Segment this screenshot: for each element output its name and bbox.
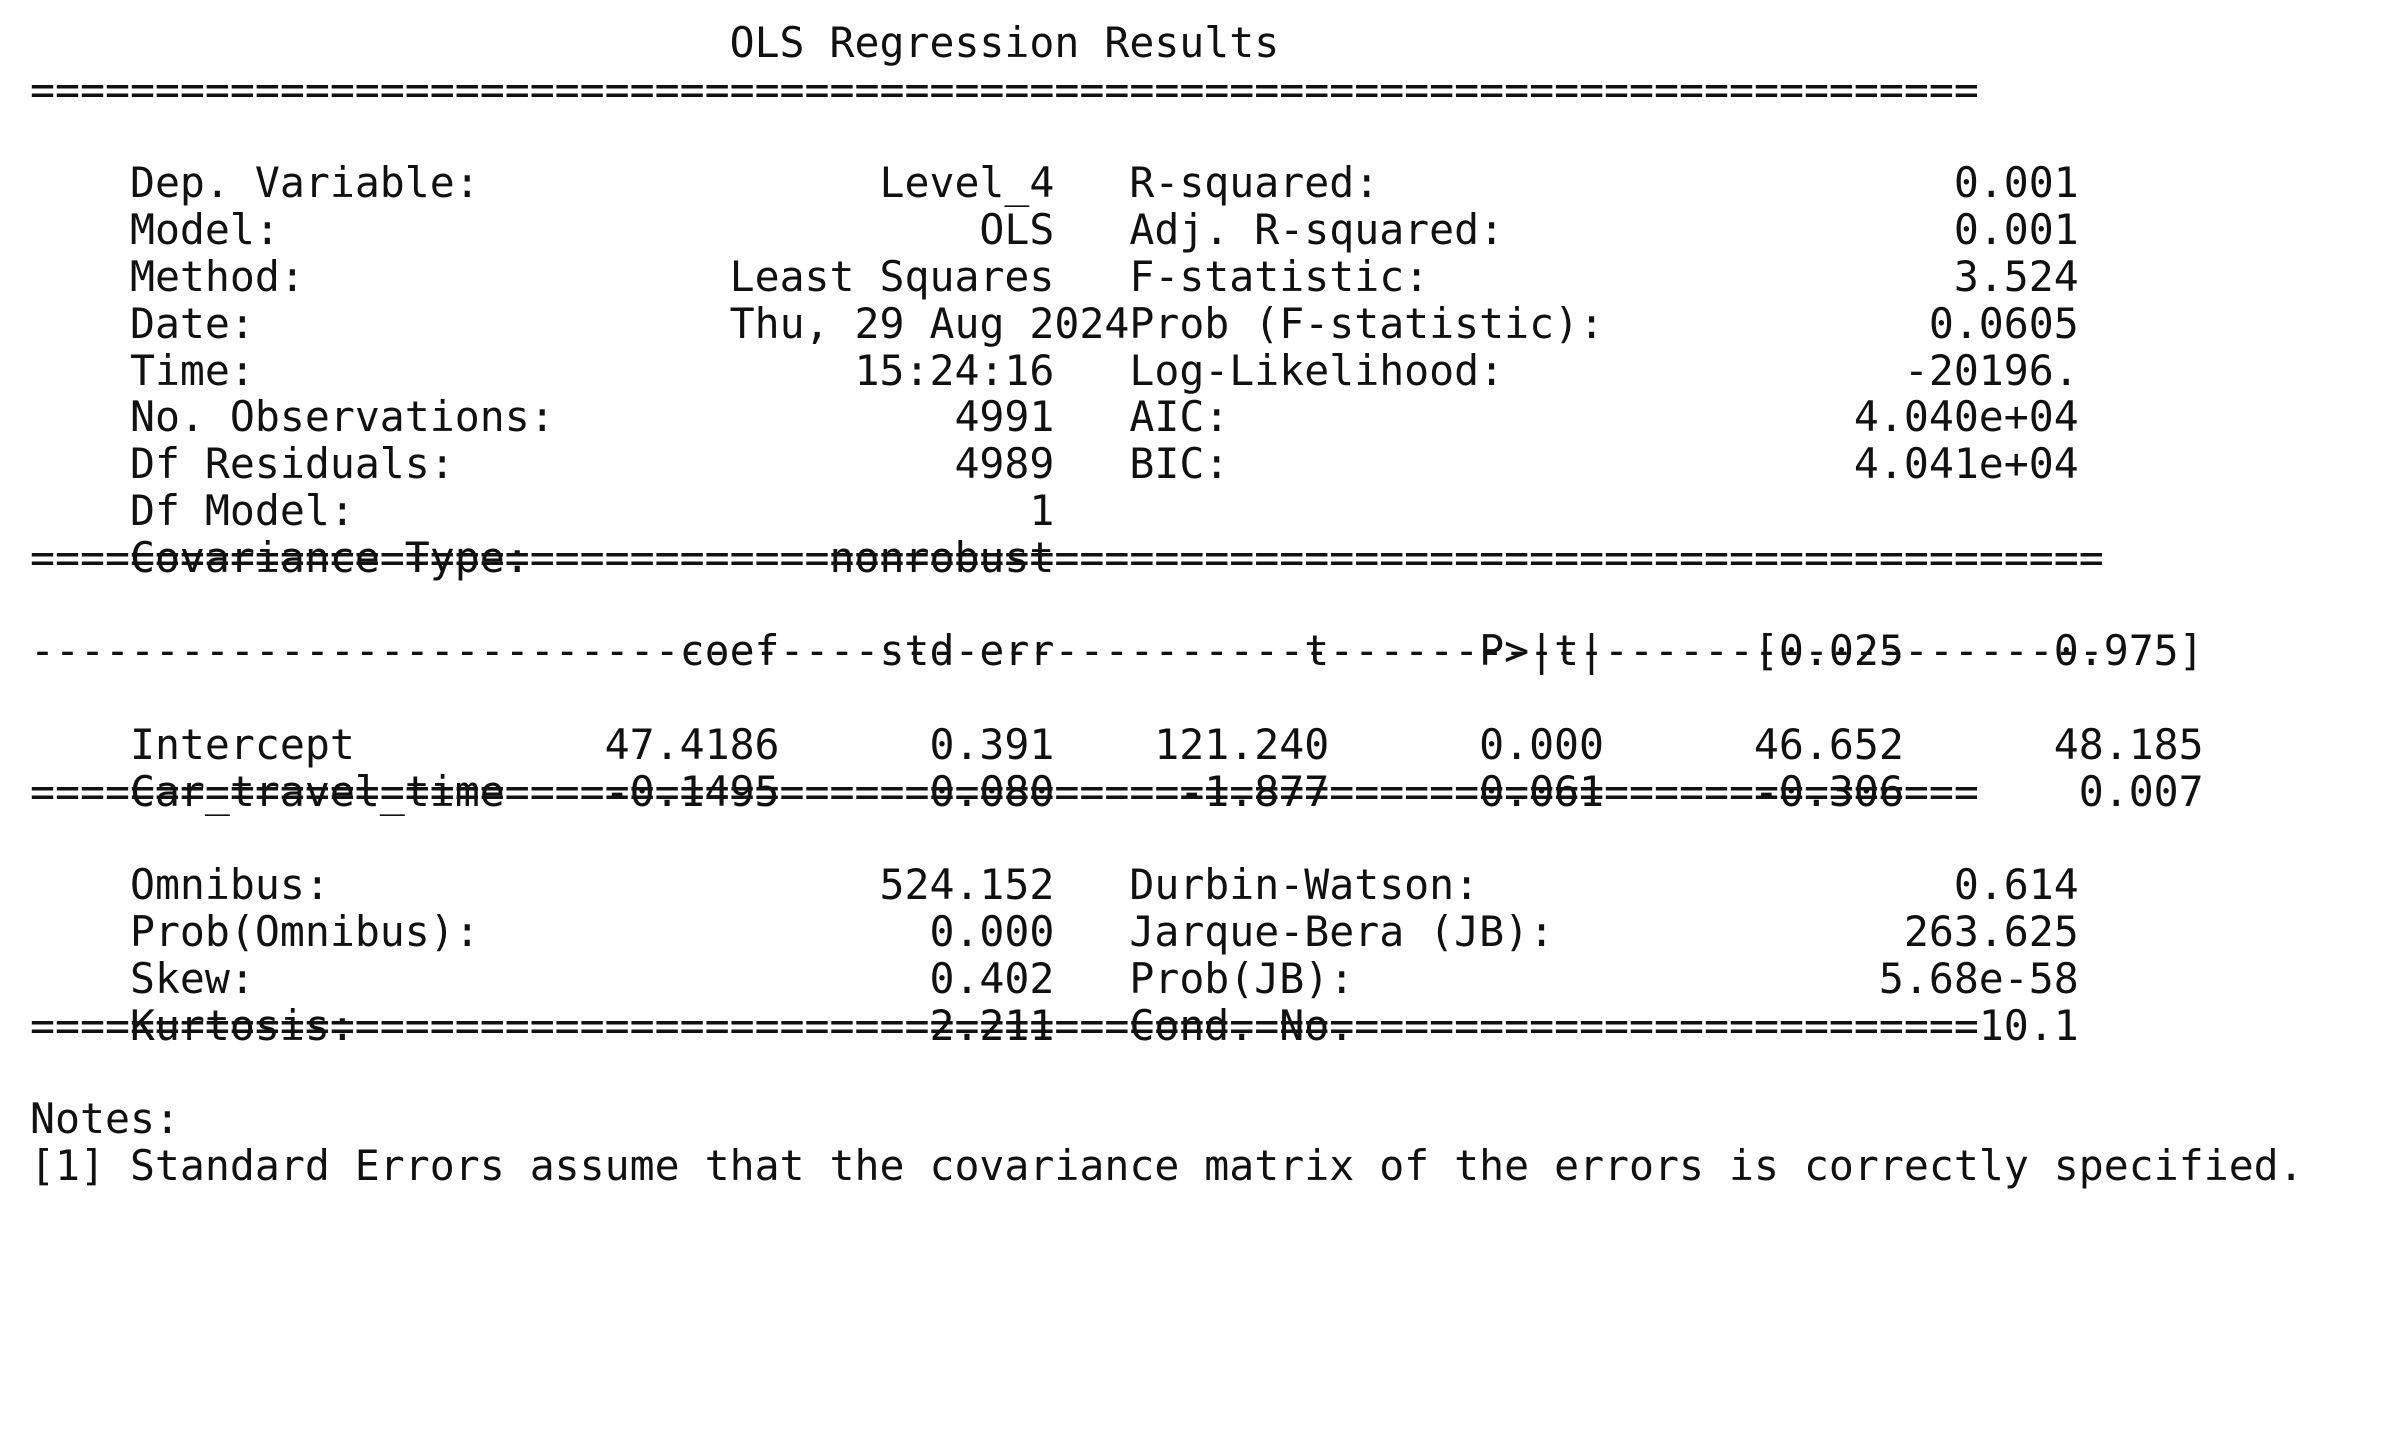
separator-rule: ========================================… [30, 64, 1979, 114]
separator-rule: ========================================… [30, 532, 2104, 582]
report-title: OLS Regression Results [729, 18, 1280, 67]
summary-row: Covariance Type: nonrobust [30, 488, 2370, 581]
notes-heading: Notes: [30, 1094, 180, 1144]
summary-row: No. Observations: 4991 AIC: 4.040e+04 [30, 348, 2370, 441]
coef-table-row: Car_travel_time -0.1495 0.080 -1.877 0.061 -0… [30, 722, 2370, 815]
diagnostics-row: Skew: 0.402 Prob(JB): 5.68e-58 [30, 909, 2370, 1002]
summary-row: Date: Thu, 29 Aug 2024Prob (F-statistic):… [30, 254, 2370, 347]
summary-row: Model: OLS Adj. R-squared: 0.001 [30, 160, 2370, 253]
summary-row: Method: Least Squares F-statistic: 3.524 [30, 207, 2370, 300]
separator-rule: ========================================… [30, 766, 1979, 816]
notes-item: [1] Standard Errors assume that the cova… [30, 1141, 2304, 1191]
diagnostics-row: Omnibus: 524.152 Durbin-Watson: 0.614 [30, 816, 2370, 909]
separator-rule: ========================================… [30, 1000, 1979, 1050]
diagnostics-row: Prob(Omnibus): 0.000 Jarque-Bera (JB): 263.… [30, 862, 2370, 955]
summary-row: Df Residuals: 4989 BIC: 4.041e+04 [30, 394, 2370, 487]
summary-row: Time: 15:24:16 Log-Likelihood: -20196. [30, 301, 2370, 394]
summary-row: Df Model: 1 [30, 441, 2370, 534]
separator-dashes: ----------------------------------------… [30, 626, 2104, 676]
summary-row: Dep. Variable: Level_4 R-squared: 0.001 [30, 114, 2370, 207]
title-line: OLS Regression Results [30, 18, 2370, 67]
ols-regression-report: OLS Regression Results =================… [30, 18, 2370, 1191]
coef-table-row: Intercept 47.4186 0.391 121.240 0.000 46.652 4… [30, 675, 2370, 768]
diagnostics-row: Kurtosis: 2.211 Cond. No. 10.1 [30, 956, 2370, 1049]
coef-table-header: coef std err t P>|t| [0.025 0.975] [30, 582, 2370, 675]
